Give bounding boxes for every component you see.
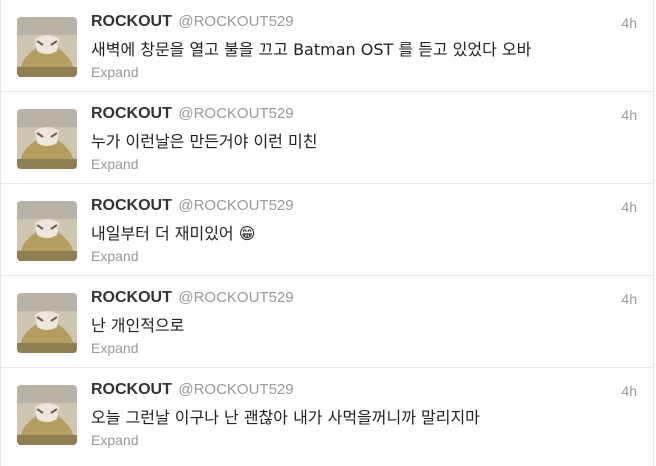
timestamp[interactable]: 4h xyxy=(621,15,637,31)
avatar[interactable] xyxy=(17,201,77,261)
expand-link[interactable]: Expand xyxy=(91,432,138,448)
tweet-item[interactable]: ROCKOUT @ROCKOUT529 4h 새벽에 창문을 열고 불을 끄고 … xyxy=(1,0,653,92)
author-name[interactable]: ROCKOUT xyxy=(91,105,172,122)
timestamp[interactable]: 4h xyxy=(621,383,637,399)
author-name[interactable]: ROCKOUT xyxy=(91,381,172,398)
author-name[interactable]: ROCKOUT xyxy=(91,13,172,30)
author-handle[interactable]: @ROCKOUT529 xyxy=(178,105,293,122)
tweet-header: ROCKOUT @ROCKOUT529 xyxy=(91,197,294,215)
author-name[interactable]: ROCKOUT xyxy=(91,197,172,214)
tweet-text: 새벽에 창문을 열고 불을 끄고 Batman OST 를 듣고 있었다 오바 xyxy=(91,40,532,59)
tweet-header: ROCKOUT @ROCKOUT529 xyxy=(91,105,294,123)
avatar[interactable] xyxy=(17,385,77,445)
author-name[interactable]: ROCKOUT xyxy=(91,289,172,306)
expand-link[interactable]: Expand xyxy=(91,156,138,172)
author-handle[interactable]: @ROCKOUT529 xyxy=(178,13,293,30)
avatar[interactable] xyxy=(17,109,77,169)
tweet-header: ROCKOUT @ROCKOUT529 xyxy=(91,381,294,399)
timestamp[interactable]: 4h xyxy=(621,291,637,307)
tweet-text: 난 개인적으로 xyxy=(91,316,185,335)
avatar[interactable] xyxy=(17,293,77,353)
tweet-text: 누가 이런날은 만든거야 이런 미친 xyxy=(91,132,318,151)
tweet-item[interactable]: ROCKOUT @ROCKOUT529 4h 누가 이런날은 만든거야 이런 미… xyxy=(1,92,653,184)
tweet-header: ROCKOUT @ROCKOUT529 xyxy=(91,13,294,31)
expand-link[interactable]: Expand xyxy=(91,248,138,264)
tweet-item[interactable]: ROCKOUT @ROCKOUT529 4h 오늘 그런날 이구나 난 괜찮아 … xyxy=(1,368,653,460)
tweet-timeline: ROCKOUT @ROCKOUT529 4h 새벽에 창문을 열고 불을 끄고 … xyxy=(0,0,654,466)
timestamp[interactable]: 4h xyxy=(621,199,637,215)
timestamp[interactable]: 4h xyxy=(621,107,637,123)
tweet-text: 내일부터 더 재미있어 😁 xyxy=(91,224,256,243)
expand-link[interactable]: Expand xyxy=(91,64,138,80)
author-handle[interactable]: @ROCKOUT529 xyxy=(178,289,293,306)
author-handle[interactable]: @ROCKOUT529 xyxy=(178,197,293,214)
tweet-item[interactable]: ROCKOUT @ROCKOUT529 4h 난 개인적으로 Expand xyxy=(1,276,653,368)
tweet-item[interactable]: ROCKOUT @ROCKOUT529 4h 내일부터 더 재미있어 😁 Exp… xyxy=(1,184,653,276)
tweet-header: ROCKOUT @ROCKOUT529 xyxy=(91,289,294,307)
tweet-text: 오늘 그런날 이구나 난 괜찮아 내가 사먹을꺼니까 말리지마 xyxy=(91,408,480,427)
author-handle[interactable]: @ROCKOUT529 xyxy=(178,381,293,398)
avatar[interactable] xyxy=(17,17,77,77)
expand-link[interactable]: Expand xyxy=(91,340,138,356)
